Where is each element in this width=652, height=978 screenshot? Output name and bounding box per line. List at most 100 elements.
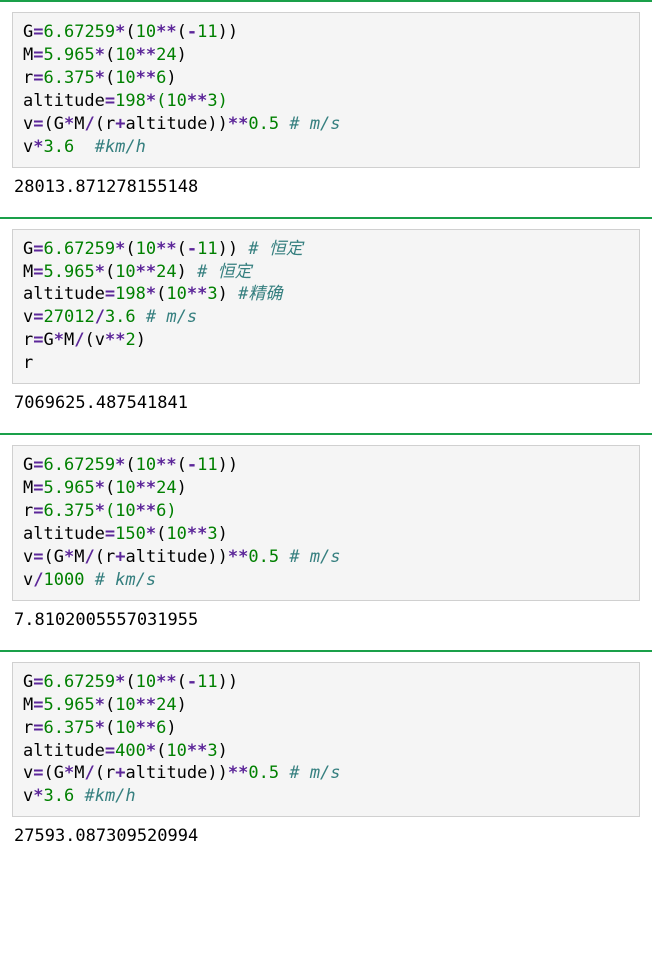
code-token-num: 3 bbox=[207, 91, 217, 111]
notebook-cell: G=6.67259*(10**(-11)) # 恒定 M=5.965*(10**… bbox=[0, 217, 652, 416]
code-token-var bbox=[279, 547, 289, 567]
code-token-op: - bbox=[187, 455, 197, 475]
code-token-op: ** bbox=[136, 501, 156, 521]
code-token-op: ** bbox=[136, 262, 156, 282]
code-token-op: = bbox=[33, 45, 43, 65]
code-token-num: 1000 bbox=[44, 570, 85, 590]
code-input[interactable]: G=6.67259*(10**(-11)) M=5.965*(10**24) r… bbox=[12, 662, 640, 818]
code-token-var: G bbox=[23, 239, 33, 259]
code-token-num: 10 bbox=[115, 695, 135, 715]
code-token-op: = bbox=[33, 695, 43, 715]
code-token-var: v bbox=[23, 114, 33, 134]
code-token-pun: ) bbox=[228, 455, 238, 475]
code-token-pun: ( bbox=[105, 478, 115, 498]
code-token-pun: ( bbox=[125, 239, 135, 259]
code-token-pun: ) bbox=[166, 718, 176, 738]
code-token-num: 10 bbox=[136, 455, 156, 475]
notebook-cell: G=6.67259*(10**(-11)) M=5.965*(10**24) r… bbox=[0, 650, 652, 849]
code-token-num: 10 bbox=[166, 91, 186, 111]
code-token-op: - bbox=[187, 239, 197, 259]
code-token-op: ** bbox=[156, 239, 176, 259]
code-token-num: 5.965 bbox=[44, 478, 95, 498]
code-token-var bbox=[74, 786, 84, 806]
code-token-pun: ) bbox=[207, 763, 217, 783]
code-token-var: v bbox=[23, 786, 33, 806]
code-token-op: = bbox=[105, 91, 115, 111]
code-token-pun: ( bbox=[125, 672, 135, 692]
code-token-op: = bbox=[33, 22, 43, 42]
code-token-num: 6 bbox=[156, 68, 166, 88]
code-token-op: = bbox=[33, 262, 43, 282]
code-token-op: * bbox=[33, 137, 43, 157]
cell-output: 7069625.487541841 bbox=[14, 392, 640, 415]
code-token-pun: ) bbox=[218, 672, 228, 692]
code-token-num: 10 bbox=[166, 741, 186, 761]
code-token-var bbox=[228, 284, 238, 304]
code-token-num: 10 bbox=[115, 501, 135, 521]
code-token-num: 6.67259 bbox=[44, 239, 116, 259]
code-token-num: 3 bbox=[207, 524, 217, 544]
code-token-num: 198 bbox=[115, 91, 146, 111]
code-token-num: 3.6 bbox=[44, 137, 75, 157]
code-token-num: 2 bbox=[125, 330, 135, 350]
code-token-pun: ( bbox=[177, 22, 187, 42]
code-token-op: + bbox=[115, 763, 125, 783]
code-token-num: 3 bbox=[207, 284, 217, 304]
code-token-pun: ) bbox=[218, 239, 228, 259]
code-token-op: ** bbox=[228, 763, 248, 783]
code-token-var: altitude bbox=[23, 741, 105, 761]
code-token-var: altitude bbox=[23, 524, 105, 544]
code-token-com: # m/s bbox=[289, 763, 340, 783]
code-token-op: ** bbox=[136, 695, 156, 715]
code-token-op: ** bbox=[136, 478, 156, 498]
code-input[interactable]: G=6.67259*(10**(-11)) M=5.965*(10**24) r… bbox=[12, 445, 640, 601]
code-token-var: M bbox=[23, 478, 33, 498]
code-token-var: r bbox=[23, 501, 33, 521]
cell-output: 27593.087309520994 bbox=[14, 825, 640, 848]
code-token-pun: ( bbox=[105, 68, 115, 88]
code-token-op: ** bbox=[228, 547, 248, 567]
code-token-var: r bbox=[23, 68, 33, 88]
code-token-var: G bbox=[23, 22, 33, 42]
code-token-num: 6 bbox=[156, 501, 166, 521]
code-token-var: r bbox=[23, 718, 33, 738]
code-token-pun: ) bbox=[177, 262, 187, 282]
code-token-num: ) bbox=[218, 91, 228, 111]
code-token-num: ( bbox=[156, 91, 166, 111]
code-token-var: v bbox=[95, 330, 105, 350]
code-token-num: 10 bbox=[136, 239, 156, 259]
code-token-pun: ( bbox=[125, 455, 135, 475]
code-token-pun: ( bbox=[105, 45, 115, 65]
code-token-op: / bbox=[74, 330, 84, 350]
code-token-op: ** bbox=[136, 45, 156, 65]
code-token-num: 10 bbox=[166, 524, 186, 544]
code-token-var: r bbox=[105, 114, 115, 134]
code-token-num: 0.5 bbox=[248, 114, 279, 134]
code-token-num: 10 bbox=[115, 718, 135, 738]
code-token-num: 6.67259 bbox=[44, 672, 116, 692]
code-token-com: # m/s bbox=[289, 114, 340, 134]
code-token-op: = bbox=[33, 68, 43, 88]
code-token-op: * bbox=[95, 45, 105, 65]
code-token-op: * bbox=[95, 718, 105, 738]
code-token-num: 10 bbox=[136, 22, 156, 42]
code-token-num: 10 bbox=[166, 284, 186, 304]
code-token-pun: ) bbox=[218, 455, 228, 475]
code-token-num: 11 bbox=[197, 22, 217, 42]
code-token-pun: ) bbox=[228, 22, 238, 42]
code-token-var: v bbox=[23, 307, 33, 327]
code-token-com: #km/h bbox=[95, 137, 146, 157]
code-token-com: # 恒定 bbox=[197, 262, 251, 282]
code-input[interactable]: G=6.67259*(10**(-11)) # 恒定 M=5.965*(10**… bbox=[12, 229, 640, 385]
code-token-op: ** bbox=[228, 114, 248, 134]
code-token-op: / bbox=[85, 763, 95, 783]
code-token-com: #精确 bbox=[238, 284, 282, 304]
code-token-op: * bbox=[54, 330, 64, 350]
code-token-com: # 恒定 bbox=[248, 239, 302, 259]
code-token-pun: ) bbox=[177, 478, 187, 498]
code-token-num: 3 bbox=[207, 741, 217, 761]
code-token-pun: ) bbox=[228, 672, 238, 692]
code-token-op: * bbox=[64, 547, 74, 567]
code-token-pun: ( bbox=[156, 284, 166, 304]
code-input[interactable]: G=6.67259*(10**(-11)) M=5.965*(10**24) r… bbox=[12, 12, 640, 168]
